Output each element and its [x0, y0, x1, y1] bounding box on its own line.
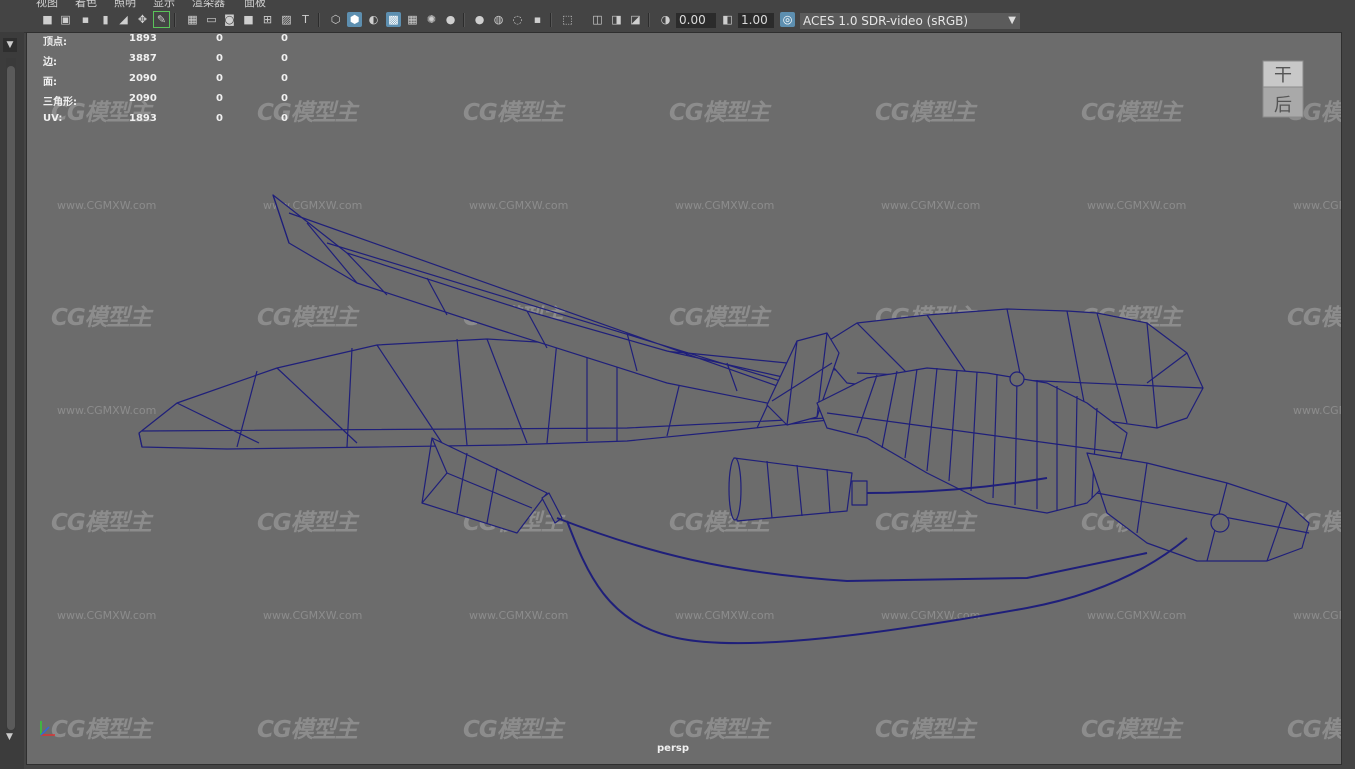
depth-of-field-icon[interactable]: ▪ [530, 12, 545, 27]
safe-action-icon[interactable]: ▨ [279, 12, 294, 27]
camera-attributes-icon[interactable]: ▣ [58, 12, 73, 27]
hud-value: 0 [281, 93, 288, 104]
color-management-icon[interactable]: ◎ [780, 12, 795, 27]
knife-model-wireframe[interactable] [27, 33, 1342, 765]
lights-icon[interactable]: ✺ [424, 12, 439, 27]
isolate-select-icon[interactable]: ⬚ [560, 12, 575, 27]
view-cube-top-label: 干 [1274, 65, 1292, 86]
cord-mesh [556, 517, 1148, 582]
xray-components-icon[interactable]: ◪ [628, 12, 643, 27]
scrollbar-thumb[interactable] [7, 66, 15, 730]
hud-label: UV: [43, 113, 63, 124]
hud-value: 3887 [129, 53, 157, 64]
xray-icon[interactable]: ◫ [590, 12, 605, 27]
menu-show[interactable]: 显示 [153, 0, 175, 8]
separator [174, 13, 176, 27]
smooth-shade-icon[interactable]: ⬢ [347, 12, 362, 27]
hud-value: 0 [281, 113, 288, 124]
hud-value: 0 [281, 33, 288, 44]
hud-value: 1893 [129, 113, 157, 124]
exposure-field[interactable]: 0.00 [676, 13, 716, 28]
wireframe-on-shaded-icon[interactable]: ▩ [386, 12, 401, 27]
two-d-pan-icon[interactable]: ✥ [135, 12, 150, 27]
hud-value: 0 [281, 73, 288, 84]
default-material-icon[interactable]: ◐ [366, 12, 381, 27]
view-transform-dropdown[interactable]: ACES 1.0 SDR-video (sRGB) ▼ [800, 13, 1020, 29]
film-gate-icon[interactable]: ▭ [204, 12, 219, 27]
right-edge [1342, 32, 1355, 769]
collapse-arrow-icon[interactable]: ▼ [3, 38, 17, 52]
hud-value: 1893 [129, 33, 157, 44]
hud-value: 0 [216, 33, 223, 44]
camera-name-label: persp [657, 743, 689, 754]
separator [318, 13, 320, 27]
grid-icon[interactable]: ▦ [185, 12, 200, 27]
hud-value: 0 [216, 113, 223, 124]
bookmark-icon[interactable]: ▮ [98, 12, 113, 27]
safe-title-icon[interactable]: T [298, 12, 313, 27]
hud-value: 0 [216, 53, 223, 64]
hud-label: 边: [43, 57, 57, 68]
image-plane-icon[interactable]: ◢ [116, 12, 131, 27]
panel-menu-bar: 视图 着色 照明 显示 渲染器 面板 [0, 0, 1355, 8]
hud-label: 顶点: [43, 37, 67, 48]
view-cube-back-label: 后 [1274, 95, 1292, 116]
axis-gizmo [40, 721, 55, 736]
wireframe-icon[interactable]: ⬡ [328, 12, 343, 27]
separator [648, 13, 650, 27]
camera-icon[interactable]: ■ [40, 12, 55, 27]
menu-view[interactable]: 视图 [36, 0, 58, 8]
xray-joints-icon[interactable]: ◨ [609, 12, 624, 27]
chevron-down-icon: ▼ [1008, 15, 1016, 26]
hud-value: 0 [216, 73, 223, 84]
hud-value: 0 [216, 93, 223, 104]
hud-label: 面: [43, 77, 57, 88]
hud-label: 三角形: [43, 97, 77, 108]
menu-renderer[interactable]: 渲染器 [192, 0, 225, 8]
grease-pencil-icon[interactable]: ✎ [153, 11, 170, 28]
exposure-icon[interactable]: ◑ [658, 12, 673, 27]
menu-lighting[interactable]: 照明 [114, 0, 136, 8]
resolution-gate-icon[interactable]: ◙ [222, 12, 237, 27]
camera-lock-icon[interactable]: ▪ [78, 12, 93, 27]
panel-toolbar: ■ ▣ ▪ ▮ ◢ ✥ ✎ ▦ ▭ ◙ ■ ⊞ ▨ T ⬡ ⬢ ◐ ▩ ▦ ✺ … [0, 8, 1355, 33]
tassel-left-mesh [421, 437, 548, 534]
motion-blur-icon[interactable]: ◍ [491, 12, 506, 27]
gate-mask-icon[interactable]: ■ [241, 12, 256, 27]
menu-panels[interactable]: 面板 [244, 0, 266, 8]
viewport-persp[interactable]: CG模型主CG模型主CG模型主CG模型主CG模型主CG模型主CG模型主CG模型主… [26, 32, 1342, 765]
menu-shading[interactable]: 着色 [75, 0, 97, 8]
screen-space-ao-icon[interactable]: ● [472, 12, 487, 27]
tassel-middle-mesh [733, 457, 853, 522]
field-chart-icon[interactable]: ⊞ [260, 12, 275, 27]
view-transform-value: ACES 1.0 SDR-video (sRGB) [803, 14, 969, 28]
hud-value: 0 [281, 53, 288, 64]
separator [550, 13, 552, 27]
pommel-mesh [1086, 452, 1310, 562]
multisample-aa-icon[interactable]: ◌ [510, 12, 525, 27]
shadows-icon[interactable]: ● [443, 12, 458, 27]
view-cube[interactable]: 干 后 [1259, 57, 1307, 121]
textured-icon[interactable]: ▦ [405, 12, 420, 27]
gamma-field[interactable]: 1.00 [738, 13, 774, 28]
separator [463, 13, 465, 27]
gamma-icon[interactable]: ◧ [720, 12, 735, 27]
scroll-down-arrow-icon[interactable]: ▼ [6, 732, 13, 742]
hud-value: 2090 [129, 93, 157, 104]
hud-value: 2090 [129, 73, 157, 84]
